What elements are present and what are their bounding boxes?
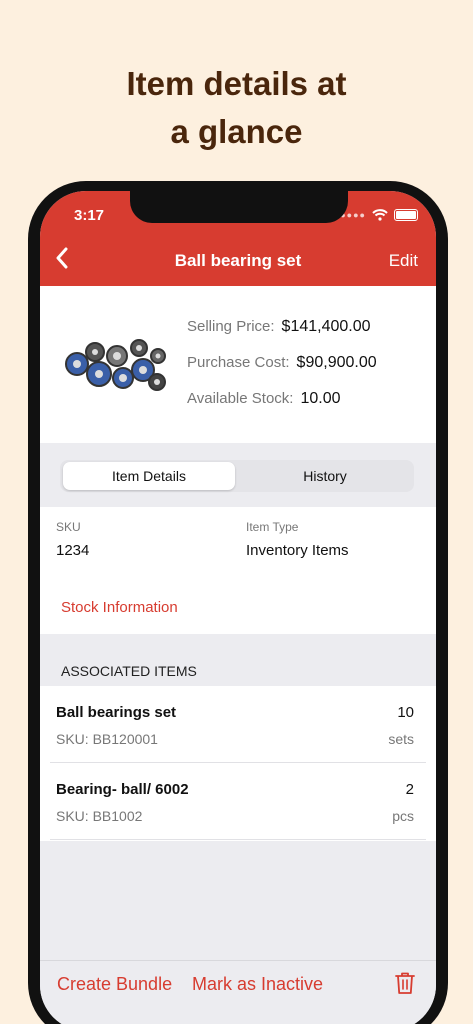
sku-label: SKU xyxy=(56,520,81,534)
promo-headline: Item details at a glance xyxy=(0,60,473,156)
item-summary: Selling Price: $141,400.00 Purchase Cost… xyxy=(40,286,436,443)
item-unit: pcs xyxy=(392,808,414,824)
available-stock-row: Available Stock: 10.00 xyxy=(187,390,341,408)
bottom-toolbar: Create Bundle Mark as Inactive xyxy=(40,960,436,1024)
tab-item-details[interactable]: Item Details xyxy=(63,462,235,490)
app-screen: 3:17 ●●●● Ball bearing set Edit Selling … xyxy=(40,191,436,1024)
item-name: Ball bearings set xyxy=(56,704,177,721)
page-title: Ball bearing set xyxy=(174,251,302,270)
selling-price-value: $141,400.00 xyxy=(281,318,371,335)
selling-price-label: Selling Price: xyxy=(187,318,275,335)
item-type-value: Inventory Items xyxy=(246,542,349,559)
status-time: 3:17 xyxy=(74,207,105,224)
item-type-label: Item Type xyxy=(246,520,299,534)
list-item[interactable]: Bearing- ball/ 6002 2 SKU: BB1002 pcs xyxy=(50,763,426,840)
item-quantity: 2 xyxy=(405,781,414,798)
edit-button[interactable]: Edit xyxy=(389,251,418,271)
wifi-icon xyxy=(372,209,388,221)
selling-price-row: Selling Price: $141,400.00 xyxy=(187,318,371,336)
associated-items-header: ASSOCIATED ITEMS xyxy=(61,663,197,679)
purchase-cost-value: $90,900.00 xyxy=(296,354,377,371)
item-quantity: 10 xyxy=(397,704,414,721)
item-name: Bearing- ball/ 6002 xyxy=(56,781,189,798)
trash-icon[interactable] xyxy=(394,971,416,995)
item-sku: SKU: BB120001 xyxy=(56,731,158,747)
list-item[interactable]: Ball bearings set 10 SKU: BB120001 sets xyxy=(50,686,426,763)
item-unit: sets xyxy=(388,731,414,747)
available-stock-value: 10.00 xyxy=(300,390,341,407)
purchase-cost-label: Purchase Cost: xyxy=(187,354,290,371)
detail-tabs: Item Details History xyxy=(60,460,414,492)
promo-headline-line1: Item details at xyxy=(126,65,347,102)
mark-inactive-button[interactable]: Mark as Inactive xyxy=(192,974,323,995)
tab-history[interactable]: History xyxy=(239,462,411,490)
product-image[interactable] xyxy=(61,334,167,392)
phone-notch xyxy=(130,191,348,223)
item-sku: SKU: BB1002 xyxy=(56,808,143,824)
stock-information-link[interactable]: Stock Information xyxy=(61,599,178,616)
sku-value: 1234 xyxy=(56,542,90,559)
item-details-panel: SKU 1234 Item Type Inventory Items Stock… xyxy=(40,507,436,634)
status-icons: ●●●● xyxy=(340,209,418,221)
purchase-cost-row: Purchase Cost: $90,900.00 xyxy=(187,354,377,372)
associated-items-list: Ball bearings set 10 SKU: BB120001 sets … xyxy=(40,686,436,841)
create-bundle-button[interactable]: Create Bundle xyxy=(57,974,172,995)
available-stock-label: Available Stock: xyxy=(187,390,294,407)
battery-icon xyxy=(394,209,418,221)
promo-headline-line2: a glance xyxy=(170,113,303,150)
